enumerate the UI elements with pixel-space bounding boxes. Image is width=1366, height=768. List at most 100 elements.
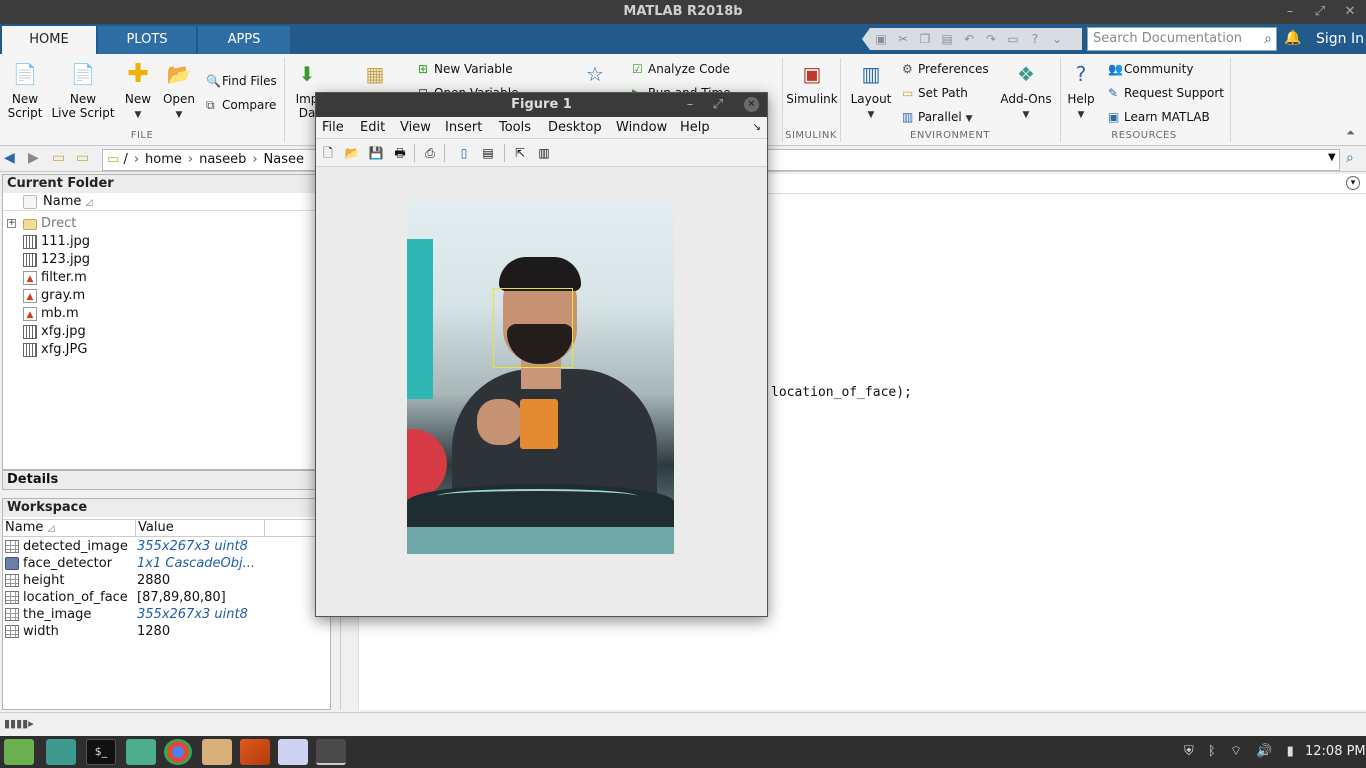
clock[interactable]: 12:08 PM xyxy=(1305,736,1366,768)
layout-button[interactable]: ▥ Layout ▼ xyxy=(848,60,894,122)
file-row[interactable]: 123.jpg xyxy=(3,251,330,269)
file-row[interactable]: ▲ mb.m xyxy=(3,305,330,323)
details-panel-header[interactable]: Details xyxy=(2,470,320,490)
expand-icon[interactable]: + xyxy=(7,219,16,228)
menu-help[interactable]: Help xyxy=(680,117,710,139)
property-inspector-icon[interactable]: ▥ xyxy=(536,145,552,161)
path-segment[interactable]: naseeb xyxy=(199,152,246,167)
forward-arrow-icon[interactable]: ▶ xyxy=(28,150,39,166)
file-row[interactable]: 111.jpg xyxy=(3,233,330,251)
help-icon[interactable]: ? xyxy=(1024,28,1046,50)
workspace-variable-row[interactable]: height 2880 xyxy=(3,572,330,589)
menu-view[interactable]: View xyxy=(400,117,431,139)
find-files-button[interactable]: 🔍Find Files xyxy=(206,73,277,89)
link-plot-icon[interactable]: ⎙ xyxy=(422,145,438,161)
chevron-down-icon[interactable]: ▼ xyxy=(1328,152,1336,163)
value-column-header[interactable]: Value xyxy=(135,520,265,536)
undo-icon[interactable]: ↶ xyxy=(958,28,980,50)
notification-bell-icon[interactable]: 🔔 xyxy=(1284,30,1301,46)
matlab-icon[interactable] xyxy=(240,739,270,765)
minimize-icon[interactable]: – xyxy=(1278,0,1302,24)
search-documentation-input[interactable]: Search Documentation ⌕ xyxy=(1087,27,1277,51)
request-support-link[interactable]: ✎ Request Support xyxy=(1108,85,1224,101)
workspace-variable-row[interactable]: location_of_face [87,89,80,80] xyxy=(3,589,330,606)
new-live-script-button[interactable]: 📄 New Live Script xyxy=(50,60,116,120)
workspace-variable-row[interactable]: face_detector 1x1 CascadeObj... xyxy=(3,555,330,572)
redo-icon[interactable]: ↷ xyxy=(980,28,1002,50)
add-ons-button[interactable]: ❖ Add-Ons ▼ xyxy=(998,60,1054,122)
show-desktop-icon[interactable] xyxy=(46,739,76,765)
bluetooth-icon[interactable]: ᛒ xyxy=(1208,744,1216,759)
menu-edit[interactable]: Edit xyxy=(360,117,385,139)
copy-icon[interactable]: ❐ xyxy=(914,28,936,50)
workspace-variable-row[interactable]: detected_image 355x267x3 uint8 xyxy=(3,538,330,555)
file-row[interactable]: ▲ gray.m xyxy=(3,287,330,305)
text-editor-icon[interactable] xyxy=(278,739,308,765)
learn-matlab-link[interactable]: ▣ Learn MATLAB xyxy=(1108,109,1210,125)
name-column-header[interactable]: Name ◿ xyxy=(5,520,54,537)
chevron-down-icon[interactable]: ⌄ xyxy=(1046,28,1068,50)
wifi-icon[interactable]: ⌔ xyxy=(1230,744,1242,759)
legend-icon[interactable]: ▤ xyxy=(480,145,496,161)
new-figure-icon[interactable]: 🗋 xyxy=(320,145,336,161)
menu-tools[interactable]: Tools xyxy=(499,117,531,139)
save-icon[interactable]: 💾 xyxy=(368,145,384,161)
compare-button[interactable]: ⧉ Compare xyxy=(206,97,276,113)
sign-in-link[interactable]: Sign In xyxy=(1316,24,1364,54)
paste-icon[interactable]: ▤ xyxy=(936,28,958,50)
code-line[interactable]: location_of_face); xyxy=(771,385,912,400)
files-icon[interactable] xyxy=(126,739,156,765)
tab-plots[interactable]: PLOTS xyxy=(98,26,196,54)
collapse-ribbon-icon[interactable]: ⏶ xyxy=(1346,126,1355,140)
shield-icon[interactable]: ⛨ xyxy=(1184,744,1194,759)
up-folder-icon[interactable]: ▭ xyxy=(52,150,65,166)
chevron-down-icon[interactable]: ▾ xyxy=(1346,176,1360,190)
open-button[interactable]: 📂 Open ▼ xyxy=(160,60,198,122)
workspace-variable-row[interactable]: the_image 355x267x3 uint8 xyxy=(3,606,330,623)
path-segment[interactable]: home xyxy=(145,152,182,167)
workspace-variable-row[interactable]: width 1280 xyxy=(3,623,330,640)
colorbar-icon[interactable]: ▯ xyxy=(456,145,472,161)
name-column-header[interactable]: Name ◿ xyxy=(43,193,92,212)
close-icon[interactable]: ✕ xyxy=(744,97,759,112)
tab-home[interactable]: HOME xyxy=(2,26,96,54)
analyze-code-button[interactable]: ☑ Analyze Code xyxy=(632,61,730,77)
help-button[interactable]: ? Help ▼ xyxy=(1064,60,1098,122)
select-all-checkbox[interactable] xyxy=(23,195,37,209)
menu-file[interactable]: File xyxy=(322,117,344,139)
community-link[interactable]: 👥Community xyxy=(1108,61,1193,77)
search-icon[interactable]: ⌕ xyxy=(1346,150,1354,166)
menu-insert[interactable]: Insert xyxy=(445,117,482,139)
file-row[interactable]: ▲ filter.m xyxy=(3,269,330,287)
print-icon[interactable]: 🖶 xyxy=(392,145,408,161)
file-row[interactable]: xfg.jpg xyxy=(3,323,330,341)
new-script-button[interactable]: 📄 New Script xyxy=(4,60,46,120)
simulink-button[interactable]: ▣ Simulink xyxy=(786,60,838,106)
parallel-button[interactable]: ▥ Parallel ▼ xyxy=(902,109,972,127)
volume-icon[interactable]: 🔊 xyxy=(1256,744,1272,759)
new-button[interactable]: ✚ New ▼ xyxy=(122,60,154,122)
edit-plot-cursor-icon[interactable]: ⇱ xyxy=(512,145,528,161)
mint-menu-icon[interactable] xyxy=(4,739,34,765)
file-row[interactable]: xfg.JPG xyxy=(3,341,330,359)
path-root[interactable]: / xyxy=(123,152,127,167)
save-workspace-button[interactable]: ▦ xyxy=(360,60,390,92)
open-file-icon[interactable]: 📂 xyxy=(344,145,360,161)
save-icon[interactable]: ▣ xyxy=(870,28,892,50)
menu-desktop[interactable]: Desktop xyxy=(548,117,602,139)
maximize-icon[interactable]: ⤢ xyxy=(1308,0,1332,24)
menu-window[interactable]: Window xyxy=(616,117,667,139)
search-icon[interactable]: ⌕ xyxy=(1264,28,1272,50)
set-path-button[interactable]: ▭ Set Path xyxy=(902,85,968,101)
maximize-icon[interactable]: ⤢ xyxy=(707,93,729,117)
folder-row[interactable]: + Drect xyxy=(3,215,330,233)
chrome-icon[interactable] xyxy=(164,739,192,765)
preferences-button[interactable]: ⚙ Preferences xyxy=(902,61,989,77)
battery-icon[interactable]: ▮ xyxy=(1287,744,1294,759)
terminal-icon[interactable]: $_ xyxy=(86,739,116,765)
dock-figure-icon[interactable]: ↘ xyxy=(753,117,761,139)
minimize-icon[interactable]: – xyxy=(679,93,701,117)
archive-icon[interactable] xyxy=(202,739,232,765)
tab-apps[interactable]: APPS xyxy=(198,26,290,54)
favorites-button[interactable]: ☆ xyxy=(582,60,608,92)
